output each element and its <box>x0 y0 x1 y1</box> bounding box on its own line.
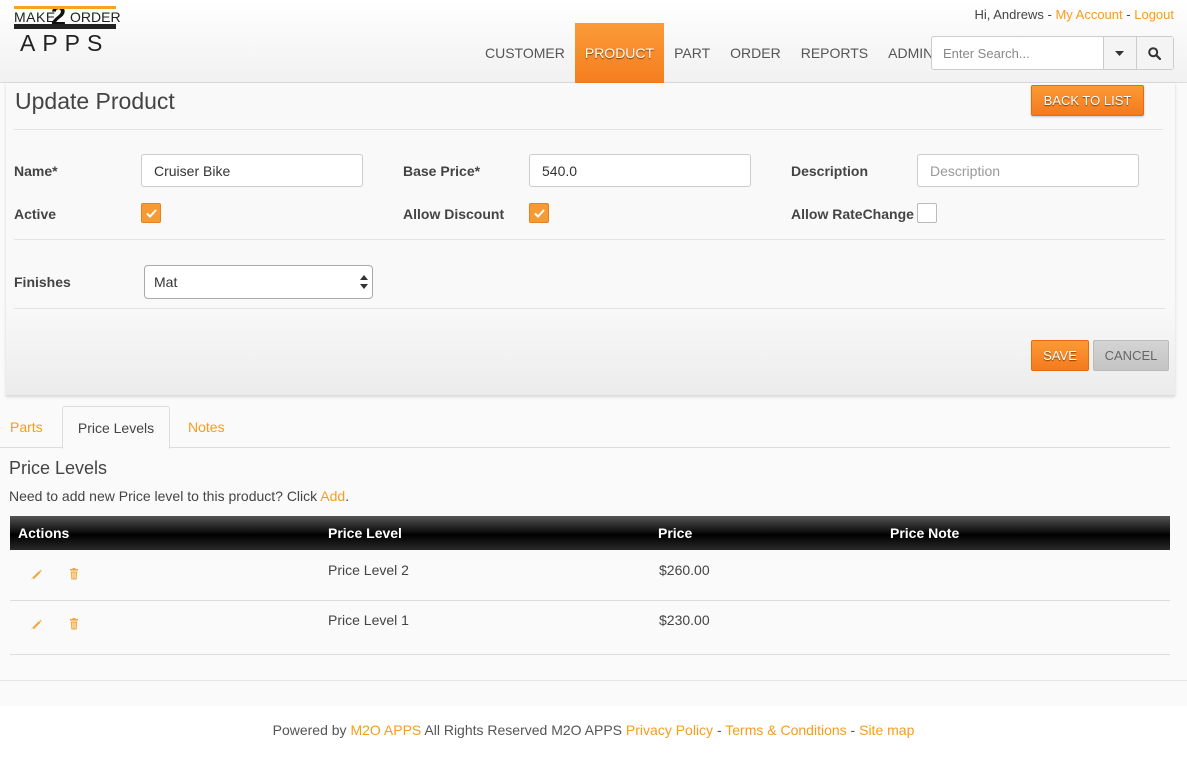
allow-ratechange-label: Allow RateChange <box>791 206 914 222</box>
back-to-list-button[interactable]: BACK TO LIST <box>1031 85 1144 116</box>
checkmark-icon <box>533 208 545 218</box>
price-level-cell: Price Level 1 <box>328 612 409 628</box>
footer-separator: - <box>716 722 722 738</box>
logo[interactable]: MAKE 2 ORDER APPS <box>14 1 121 56</box>
tab-price-levels[interactable]: Price Levels <box>62 406 170 449</box>
top-header: MAKE 2 ORDER APPS Hi, Andrews - My Accou… <box>0 0 1187 83</box>
tab-notes[interactable]: Notes <box>188 406 225 448</box>
logo-accent-bar <box>14 6 116 9</box>
page-title: Update Product <box>15 88 175 114</box>
checkmark-icon <box>145 208 157 218</box>
search-dropdown-button[interactable] <box>1103 37 1136 69</box>
nav-order[interactable]: ORDER <box>720 23 791 83</box>
select-arrows-icon <box>360 275 368 289</box>
tab-parts[interactable]: Parts <box>10 406 43 448</box>
price-cell: $260.00 <box>659 562 710 578</box>
nav-reports[interactable]: REPORTS <box>791 23 878 83</box>
description-label: Description <box>791 163 869 179</box>
nav-product[interactable]: PRODUCT <box>574 23 665 83</box>
search-button[interactable] <box>1135 37 1173 69</box>
divider <box>14 239 1165 240</box>
column-header-price-note: Price Note <box>890 525 960 541</box>
logo-order: ORDER <box>70 9 121 25</box>
active-label: Active <box>14 206 57 222</box>
active-checkbox[interactable] <box>141 203 161 223</box>
column-header-price-level: Price Level <box>328 525 402 541</box>
terms-conditions-link[interactable]: Terms & Conditions <box>725 722 846 738</box>
allow-discount-label: Allow Discount <box>403 206 505 222</box>
allow-discount-checkbox[interactable] <box>529 203 549 223</box>
user-separator: - <box>1047 7 1052 22</box>
base-price-label: Base Price* <box>403 163 481 179</box>
divider <box>14 308 1165 309</box>
site-map-link[interactable]: Site map <box>859 722 914 738</box>
logo-make: MAKE <box>14 9 56 25</box>
table-row: Price Level 1 $230.00 <box>10 601 1170 655</box>
column-header-actions: Actions <box>18 525 70 541</box>
price-levels-hint: Need to add new Price level to this prod… <box>9 488 349 504</box>
search-icon <box>1148 46 1162 60</box>
footer-separator: - <box>850 722 856 738</box>
delete-trash-icon[interactable] <box>67 567 81 581</box>
update-product-panel: Update Product BACK TO LIST Name* Base P… <box>6 83 1175 396</box>
edit-pencil-icon[interactable] <box>29 617 43 631</box>
logo-top: MAKE 2 ORDER <box>14 1 121 31</box>
footer-rights: All Rights Reserved M2O APPS <box>424 722 623 738</box>
base-price-field[interactable] <box>529 154 751 187</box>
user-bar: Hi, Andrews - My Account - Logout <box>974 7 1174 22</box>
price-levels-table-header: Actions Price Level Price Price Note <box>10 516 1170 550</box>
description-field[interactable] <box>917 154 1139 187</box>
my-account-link[interactable]: My Account <box>1055 7 1122 22</box>
price-level-cell: Price Level 2 <box>328 562 409 578</box>
add-price-level-link[interactable]: Add <box>320 488 345 504</box>
search-box <box>931 36 1174 70</box>
finishes-select[interactable]: Mat <box>144 265 373 299</box>
edit-pencil-icon[interactable] <box>29 567 43 581</box>
detail-tabs: Parts Price Levels Notes <box>0 406 1170 449</box>
save-button[interactable]: SAVE <box>1031 340 1089 371</box>
name-label: Name* <box>14 163 58 179</box>
delete-trash-icon[interactable] <box>67 617 81 631</box>
column-header-price: Price <box>658 525 693 541</box>
divider <box>14 129 1163 130</box>
main-nav: CUSTOMER PRODUCT PART ORDER REPORTS ADMI… <box>475 23 943 83</box>
footer-brand-link[interactable]: M2O APPS <box>350 722 421 738</box>
user-greeting: Hi, Andrews <box>974 7 1044 22</box>
footer-powered-by: Powered by <box>272 722 347 738</box>
logo-apps: APPS <box>20 30 110 56</box>
logout-link[interactable]: Logout <box>1134 7 1174 22</box>
price-cell: $230.00 <box>659 612 710 628</box>
nav-customer[interactable]: CUSTOMER <box>475 23 575 83</box>
privacy-policy-link[interactable]: Privacy Policy <box>626 722 713 738</box>
cancel-button[interactable]: CANCEL <box>1093 340 1169 371</box>
user-separator: - <box>1126 7 1131 22</box>
allow-ratechange-checkbox[interactable] <box>917 203 937 223</box>
footer-divider <box>0 680 1187 681</box>
footer: Powered by M2O APPS All Rights Reserved … <box>0 706 1187 757</box>
name-field[interactable] <box>141 154 363 187</box>
hint-suffix: . <box>345 488 350 504</box>
nav-part[interactable]: PART <box>664 23 720 83</box>
caret-down-icon <box>1115 50 1125 56</box>
logo-bar <box>14 24 116 29</box>
table-row: Price Level 2 $260.00 <box>10 550 1170 601</box>
price-levels-title: Price Levels <box>9 458 108 478</box>
finishes-value: Mat <box>154 274 178 290</box>
finishes-label: Finishes <box>14 274 71 290</box>
hint-text: Need to add new Price level to this prod… <box>9 488 318 504</box>
search-input[interactable] <box>932 37 1103 69</box>
